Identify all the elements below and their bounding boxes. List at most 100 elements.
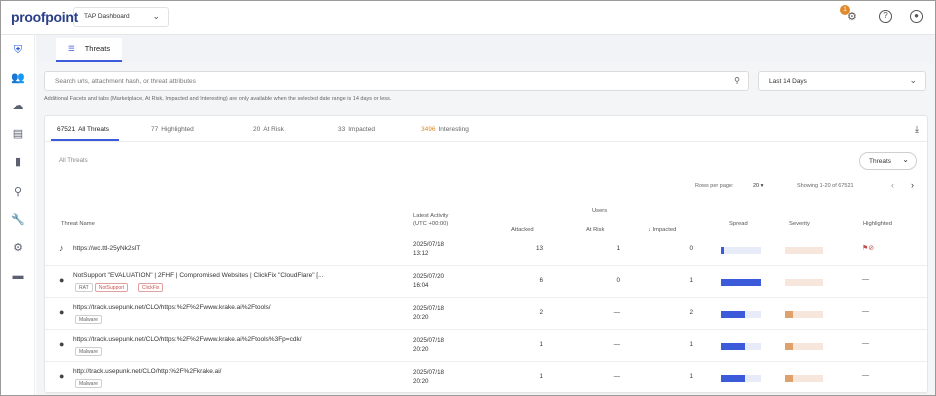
proofpoint-logo[interactable]: proofpoint bbox=[11, 9, 78, 25]
info-note: Additional Facets and tabs (Marketplace,… bbox=[44, 96, 392, 102]
tab-threats[interactable]: ☰ Threats bbox=[56, 38, 123, 62]
tab-at-risk[interactable]: 20 At Risk bbox=[253, 126, 284, 133]
col-attacked[interactable]: Attacked bbox=[511, 226, 534, 234]
threat-name-link[interactable]: https://wc.ttl-25yNk2slT bbox=[73, 245, 140, 252]
at-risk-count: 0 bbox=[616, 277, 620, 284]
col-threat-name[interactable]: Threat Name bbox=[61, 220, 95, 228]
date-range-select[interactable]: Last 14 Days ⌄ bbox=[758, 71, 926, 91]
latest-activity: 2025/07/18 20:20 bbox=[413, 304, 444, 322]
shield-icon[interactable]: ⛨ bbox=[11, 43, 25, 57]
gear-icon[interactable]: ⚙ bbox=[11, 241, 25, 255]
tab-label: At Risk bbox=[263, 126, 284, 133]
cloud-icon[interactable]: ☁ bbox=[11, 99, 25, 113]
highlight-none: — bbox=[862, 308, 869, 315]
severity-bar bbox=[785, 247, 823, 254]
people-icon[interactable]: 👥 bbox=[11, 71, 25, 85]
attacked-count: 1 bbox=[539, 341, 543, 348]
settings-gear-icon[interactable]: ⚙ bbox=[847, 10, 857, 23]
threat-tag: NotSupport bbox=[94, 283, 129, 292]
table-row[interactable]: ● http://track.usepunk.net/CLO/http:%2F%2… bbox=[45, 362, 927, 394]
tab-interesting[interactable]: 3496 Interesting bbox=[421, 126, 469, 133]
col-impacted-label: Impacted bbox=[652, 227, 677, 233]
document-icon[interactable]: ▤ bbox=[11, 127, 25, 141]
tab-count: 67521 bbox=[57, 126, 76, 133]
download-icon[interactable]: ⤓ bbox=[915, 124, 919, 135]
attacked-count: 6 bbox=[539, 277, 543, 284]
col-highlighted[interactable]: Highlighted bbox=[863, 220, 892, 228]
sidebar: ⛨ 👥 ☁ ▤ ▮ ⚲ 🔧 ⚙ ▬ bbox=[1, 35, 35, 395]
view-dropdown[interactable]: Threats ⌄ bbox=[859, 152, 917, 170]
help-icon[interactable]: ? bbox=[879, 10, 892, 23]
activity-time: 20:20 bbox=[413, 346, 429, 353]
impacted-count: 1 bbox=[689, 373, 693, 380]
prev-page-icon[interactable]: ‹ bbox=[891, 180, 894, 190]
severity-bar bbox=[785, 375, 823, 382]
wrench-icon[interactable]: 🔧 bbox=[11, 213, 25, 227]
threat-tag: Malware bbox=[75, 315, 102, 324]
bomb-icon: ● bbox=[59, 307, 65, 317]
rows-per-page-label: Rows per page: bbox=[695, 183, 734, 189]
col-latest-activity[interactable]: Latest Activity (UTC +00:00) bbox=[413, 212, 448, 228]
bar-chart-icon[interactable]: ▮ bbox=[11, 155, 25, 169]
search-placeholder: Search urls, attachment hash, or threat … bbox=[55, 78, 196, 85]
highlight-none: — bbox=[862, 276, 869, 283]
spread-bar-fill bbox=[721, 343, 745, 350]
table-row[interactable]: ● NotSupport "EVALUATION" | 2FHF | Compro… bbox=[45, 266, 927, 298]
dashboard-selector[interactable]: TAP Dashboard ⌄ bbox=[73, 7, 169, 27]
bomb-icon: ● bbox=[59, 339, 65, 349]
table-row[interactable]: ● https://track.usepunk.net/CLO/https:%2F… bbox=[45, 298, 927, 330]
threat-tabs: 67521 All Threats 77 Highlighted 20 At Risk… bbox=[45, 116, 927, 142]
spread-bar-fill bbox=[721, 311, 745, 318]
spread-bar bbox=[721, 375, 761, 382]
at-risk-count: — bbox=[613, 309, 620, 316]
impacted-count: 0 bbox=[689, 245, 693, 252]
spread-bar-fill bbox=[721, 375, 745, 382]
app-window: proofpoint TAP Dashboard ⌄ 1 ⚙ ? ● ⛨ 👥 ☁… bbox=[0, 0, 936, 396]
col-severity[interactable]: Severity bbox=[789, 220, 810, 228]
col-at-risk[interactable]: At Risk bbox=[586, 226, 604, 234]
highlight-flag-icon[interactable]: ⚑⊘ bbox=[862, 244, 874, 252]
tab-threats-label: Threats bbox=[84, 44, 111, 53]
severity-bar bbox=[785, 311, 823, 318]
impacted-count: 1 bbox=[689, 341, 693, 348]
col-latest-activity-sub: (UTC +00:00) bbox=[413, 221, 449, 227]
col-impacted[interactable]: ↓ Impacted bbox=[648, 226, 676, 234]
attacked-count: 13 bbox=[535, 245, 543, 252]
activity-time: 13:12 bbox=[413, 250, 429, 257]
col-spread[interactable]: Spread bbox=[729, 220, 748, 228]
threats-content: Search urls, attachment hash, or threat … bbox=[36, 63, 935, 395]
activity-time: 20:20 bbox=[413, 314, 429, 321]
spread-bar bbox=[721, 279, 761, 286]
top-bar: proofpoint TAP Dashboard ⌄ 1 ⚙ ? ● bbox=[1, 1, 935, 35]
severity-bar-fill bbox=[785, 343, 793, 350]
attacked-count: 2 bbox=[539, 309, 543, 316]
threat-name-link[interactable]: https://track.usepunk.net/CLO/https:%2F%… bbox=[73, 304, 271, 311]
threats-card: 67521 All Threats 77 Highlighted 20 At Risk… bbox=[44, 115, 928, 394]
severity-bar-fill bbox=[785, 311, 793, 318]
threat-tag: Malware bbox=[75, 379, 102, 388]
impacted-count: 1 bbox=[689, 277, 693, 284]
col-latest-activity-label: Latest Activity bbox=[413, 213, 449, 219]
threat-name-link[interactable]: http://track.usepunk.net/CLO/http:%2F%2F… bbox=[73, 368, 222, 375]
chat-icon[interactable]: ▬ bbox=[11, 269, 25, 283]
tab-count: 3496 bbox=[421, 126, 436, 133]
tab-label: All Threats bbox=[78, 126, 110, 133]
next-page-icon[interactable]: › bbox=[911, 180, 914, 190]
user-account-icon[interactable]: ● bbox=[910, 10, 923, 23]
latest-activity: 2025/07/18 13:12 bbox=[413, 240, 444, 258]
search-input[interactable]: Search urls, attachment hash, or threat … bbox=[44, 71, 749, 91]
table-row[interactable]: ● https://track.usepunk.net/CLO/https:%2F… bbox=[45, 330, 927, 362]
spread-bar bbox=[721, 343, 761, 350]
search-icon[interactable]: ⚲ bbox=[734, 76, 740, 85]
tab-all-threats[interactable]: 67521 All Threats bbox=[50, 126, 120, 141]
impacted-count: 2 bbox=[689, 309, 693, 316]
tab-impacted[interactable]: 33 Impacted bbox=[338, 126, 375, 133]
tab-label: Highlighted bbox=[161, 126, 194, 133]
rows-per-page-select[interactable]: 20 ▾ bbox=[753, 183, 763, 189]
threat-name-link[interactable]: https://track.usepunk.net/CLO/https:%2F%… bbox=[73, 336, 302, 343]
threat-name-link[interactable]: NotSupport "EVALUATION" | 2FHF | Comprom… bbox=[73, 272, 324, 279]
tab-highlighted[interactable]: 77 Highlighted bbox=[151, 126, 194, 133]
search-icon[interactable]: ⚲ bbox=[11, 185, 25, 199]
table-row[interactable]: ♪ https://wc.ttl-25yNk2slT 2025/07/18 13:12… bbox=[45, 234, 927, 266]
bomb-icon: ● bbox=[59, 275, 65, 285]
